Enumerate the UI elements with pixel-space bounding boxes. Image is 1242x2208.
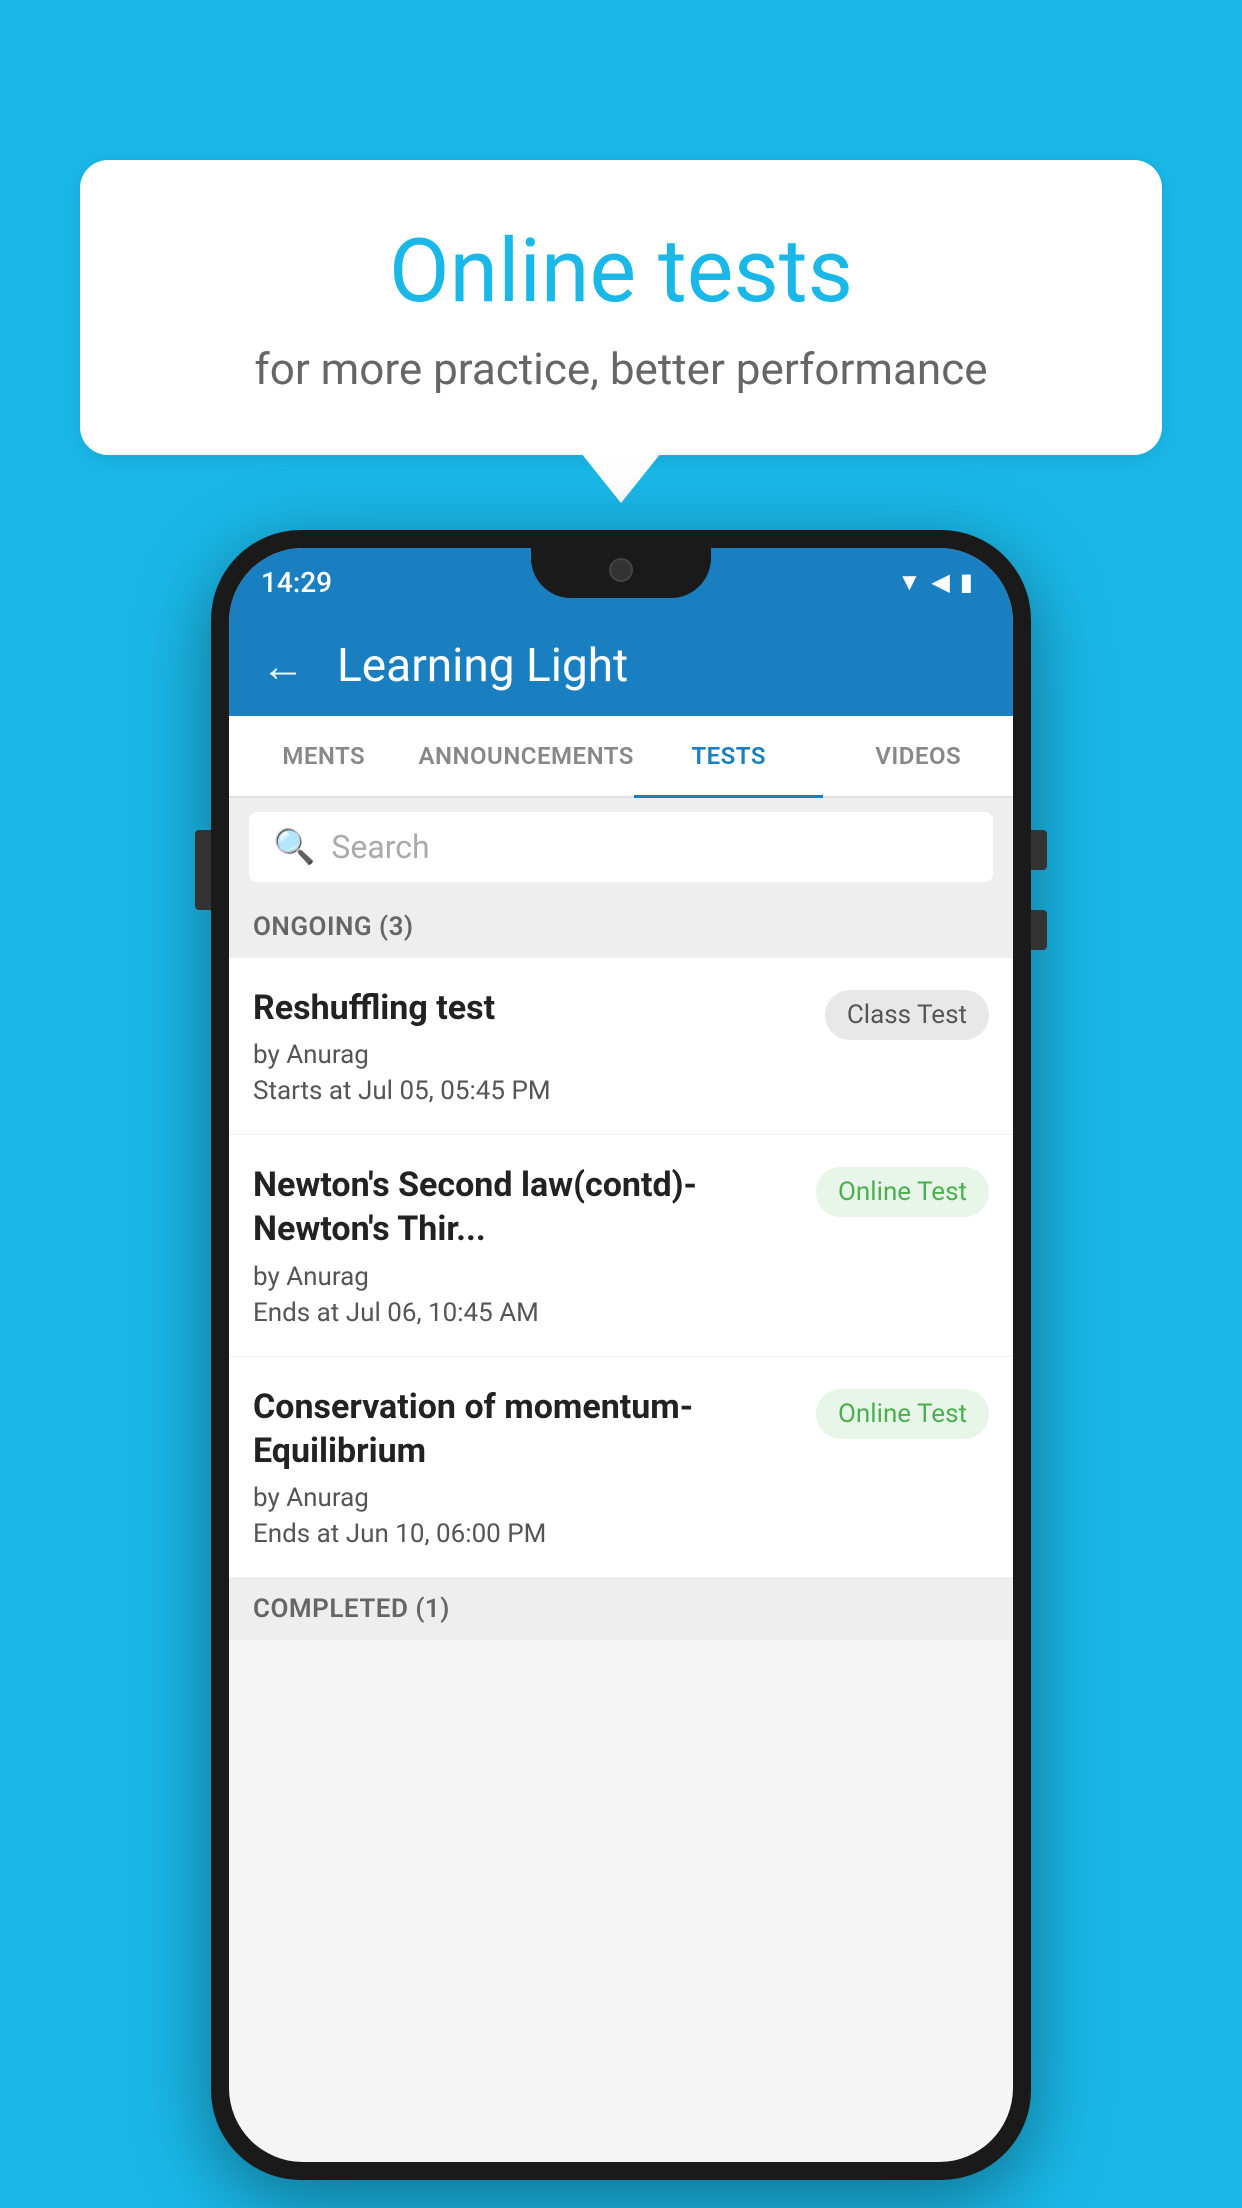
search-placeholder: Search xyxy=(331,828,429,866)
test-by-2: by Anurag xyxy=(253,1262,800,1292)
test-info-2: Newton's Second law(contd)-Newton's Thir… xyxy=(253,1163,816,1327)
status-icons: ▼ ◀ ▮ xyxy=(898,568,973,597)
tab-tests[interactable]: TESTS xyxy=(634,716,824,796)
tab-announcements[interactable]: ANNOUNCEMENTS xyxy=(419,716,634,796)
completed-title: COMPLETED (1) xyxy=(253,1594,450,1624)
test-info-1: Reshuffling test by Anurag Starts at Jul… xyxy=(253,986,825,1106)
test-badge-1: Class Test xyxy=(825,990,989,1040)
tab-videos[interactable]: VIDEOS xyxy=(823,716,1013,796)
section-completed: COMPLETED (1) xyxy=(229,1578,1013,1640)
status-time: 14:29 xyxy=(261,566,332,599)
back-button[interactable]: ← xyxy=(261,640,305,692)
signal-icon: ◀ xyxy=(931,568,949,596)
test-name-2: Newton's Second law(contd)-Newton's Thir… xyxy=(253,1163,800,1251)
search-icon: 🔍 xyxy=(273,827,315,867)
app-bar: ← Learning Light xyxy=(229,616,1013,716)
search-container: 🔍 Search xyxy=(229,798,1013,896)
test-by-1: by Anurag xyxy=(253,1040,809,1070)
wifi-icon: ▼ xyxy=(898,568,922,597)
notch xyxy=(531,548,711,598)
power-button xyxy=(1031,830,1047,870)
bubble-subtitle: for more practice, better performance xyxy=(160,343,1082,395)
test-date-3: Ends at Jun 10, 06:00 PM xyxy=(253,1519,800,1549)
test-list: Reshuffling test by Anurag Starts at Jul… xyxy=(229,958,1013,1578)
bubble-title: Online tests xyxy=(160,220,1082,323)
test-by-3: by Anurag xyxy=(253,1483,800,1513)
volume-button xyxy=(195,830,211,910)
test-badge-3: Online Test xyxy=(816,1389,989,1439)
camera xyxy=(609,558,633,582)
app-title: Learning Light xyxy=(337,639,628,693)
test-info-3: Conservation of momentum-Equilibrium by … xyxy=(253,1385,816,1549)
test-item-3[interactable]: Conservation of momentum-Equilibrium by … xyxy=(229,1357,1013,1578)
test-item-1[interactable]: Reshuffling test by Anurag Starts at Jul… xyxy=(229,958,1013,1135)
tab-bar: MENTS ANNOUNCEMENTS TESTS VIDEOS xyxy=(229,716,1013,798)
test-name-3: Conservation of momentum-Equilibrium xyxy=(253,1385,800,1473)
test-badge-2: Online Test xyxy=(816,1167,989,1217)
ongoing-title: ONGOING (3) xyxy=(253,912,414,942)
battery-icon: ▮ xyxy=(960,568,973,596)
tab-ments[interactable]: MENTS xyxy=(229,716,419,796)
section-ongoing: ONGOING (3) xyxy=(229,896,1013,958)
phone-screen: 14:29 ▼ ◀ ▮ ← Learning Light MENTS ANNOU… xyxy=(229,548,1013,2162)
phone-frame: 14:29 ▼ ◀ ▮ ← Learning Light MENTS ANNOU… xyxy=(211,530,1031,2180)
search-bar[interactable]: 🔍 Search xyxy=(249,812,993,882)
phone-container: 14:29 ▼ ◀ ▮ ← Learning Light MENTS ANNOU… xyxy=(211,530,1031,2180)
speech-bubble: Online tests for more practice, better p… xyxy=(80,160,1162,455)
test-date-2: Ends at Jul 06, 10:45 AM xyxy=(253,1298,800,1328)
test-date-1: Starts at Jul 05, 05:45 PM xyxy=(253,1076,809,1106)
test-name-1: Reshuffling test xyxy=(253,986,809,1030)
side-button xyxy=(1031,910,1047,950)
test-item-2[interactable]: Newton's Second law(contd)-Newton's Thir… xyxy=(229,1135,1013,1356)
